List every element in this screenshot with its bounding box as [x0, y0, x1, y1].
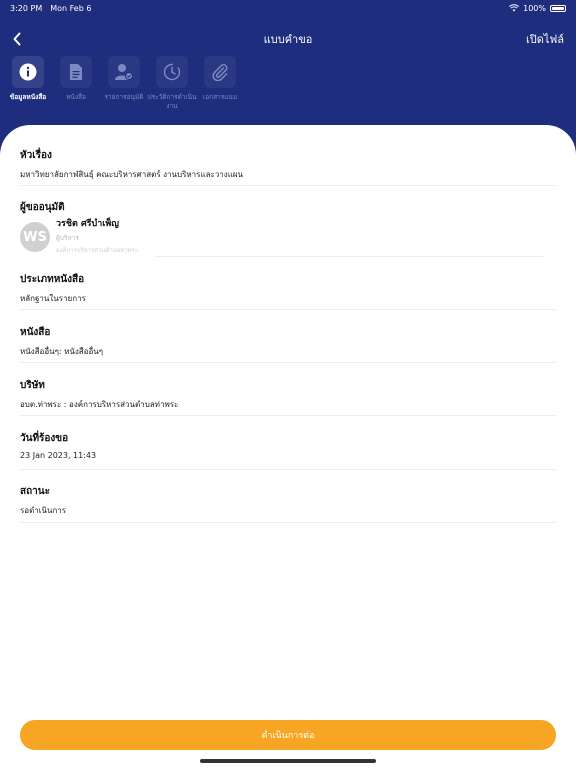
document-field: หนังสือ หนังสืออื่นๆ: หนังสืออื่นๆ	[20, 325, 556, 363]
tab-bar: ข้อมูลหนังสือ หนังสือ รายการอนุมัติ ประว…	[0, 56, 576, 118]
tab-approval-list[interactable]: รายการอนุมัติ	[100, 56, 148, 118]
approver-card[interactable]: WS วรชิต ศรีบำเพ็ญ ผู้บริหาร องค์การบริห…	[20, 216, 138, 255]
approver-role: ผู้บริหาร	[56, 234, 79, 242]
subject-field: หัวเรื่อง มหาวิทยาลัยกาฬสินธุ์ คณะบริหาร…	[20, 148, 556, 186]
tab-label: รายการอนุมัติ	[104, 93, 144, 101]
wifi-icon	[509, 4, 520, 12]
chevron-left-icon	[13, 32, 21, 46]
approver-name: วรชิต ศรีบำเพ็ญ	[56, 219, 119, 229]
approver-department: องค์การบริหารส่วนตำบลท่าพระ	[56, 247, 138, 254]
history-icon	[156, 56, 188, 88]
tab-label: หนังสือ	[66, 93, 86, 101]
avatar: WS	[20, 222, 50, 252]
divider	[155, 256, 543, 257]
proceed-button[interactable]: ดำเนินการต่อ	[20, 720, 556, 750]
doc-type-value: หลักฐานในรายการ	[20, 294, 86, 303]
company-label: บริษัท	[20, 380, 45, 391]
page-title: แบบคำขอ	[263, 33, 313, 46]
status-time: 3:20 PM	[10, 3, 43, 13]
status-date: Mon Feb 6	[50, 3, 92, 13]
company-field: บริษัท อบต.ท่าพระ : องค์การบริหารส่วนตำบ…	[20, 378, 556, 416]
tab-attachments[interactable]: เอกสารแนบ	[196, 56, 244, 118]
status-field: สถานะ รอดำเนินการ	[20, 484, 556, 523]
document-value: หนังสืออื่นๆ: หนังสืออื่นๆ	[20, 347, 104, 356]
status-bar: 3:20 PM Mon Feb 6 100%	[0, 0, 576, 16]
doc-type-label: ประเภทหนังสือ	[20, 274, 85, 285]
home-indicator	[200, 759, 376, 763]
nav-bar: แบบคำขอ เปิดไฟล์	[0, 26, 576, 52]
tab-document[interactable]: หนังสือ	[52, 56, 100, 118]
open-file-button[interactable]: เปิดไฟล์	[526, 30, 564, 48]
tab-history[interactable]: ประวัติการดำเนินงาน	[147, 56, 197, 118]
approver-label: ผู้ขออนุมัติ	[20, 202, 65, 213]
doc-type-field: ประเภทหนังสือ หลักฐานในรายการ	[20, 272, 556, 310]
info-icon	[12, 56, 44, 88]
user-approve-icon	[108, 56, 140, 88]
subject-label: หัวเรื่อง	[20, 150, 52, 161]
document-label: หนังสือ	[20, 327, 51, 338]
company-value: อบต.ท่าพระ : องค์การบริหารส่วนตำบลท่าพระ	[20, 400, 179, 409]
tab-label: เอกสารแนบ	[203, 93, 237, 101]
back-button[interactable]	[12, 26, 40, 52]
status-label: สถานะ	[20, 486, 50, 497]
request-date-label: วันที่ร้องขอ	[20, 433, 69, 444]
document-icon	[60, 56, 92, 88]
paperclip-icon	[204, 56, 236, 88]
subject-value: มหาวิทยาลัยกาฬสินธุ์ คณะบริหารศาสตร์ งาน…	[20, 170, 244, 179]
tab-label: ข้อมูลหนังสือ	[9, 93, 47, 101]
battery-icon	[550, 4, 566, 12]
battery-percent: 100%	[523, 3, 546, 13]
request-date-field: วันที่ร้องขอ 23 Jan 2023, 11:43	[20, 431, 556, 470]
request-date-value: 23 Jan 2023, 11:43	[20, 451, 97, 460]
tab-document-info[interactable]: ข้อมูลหนังสือ	[4, 56, 52, 118]
tab-label: ประวัติการดำเนินงาน	[147, 93, 197, 110]
status-value: รอดำเนินการ	[20, 506, 67, 515]
